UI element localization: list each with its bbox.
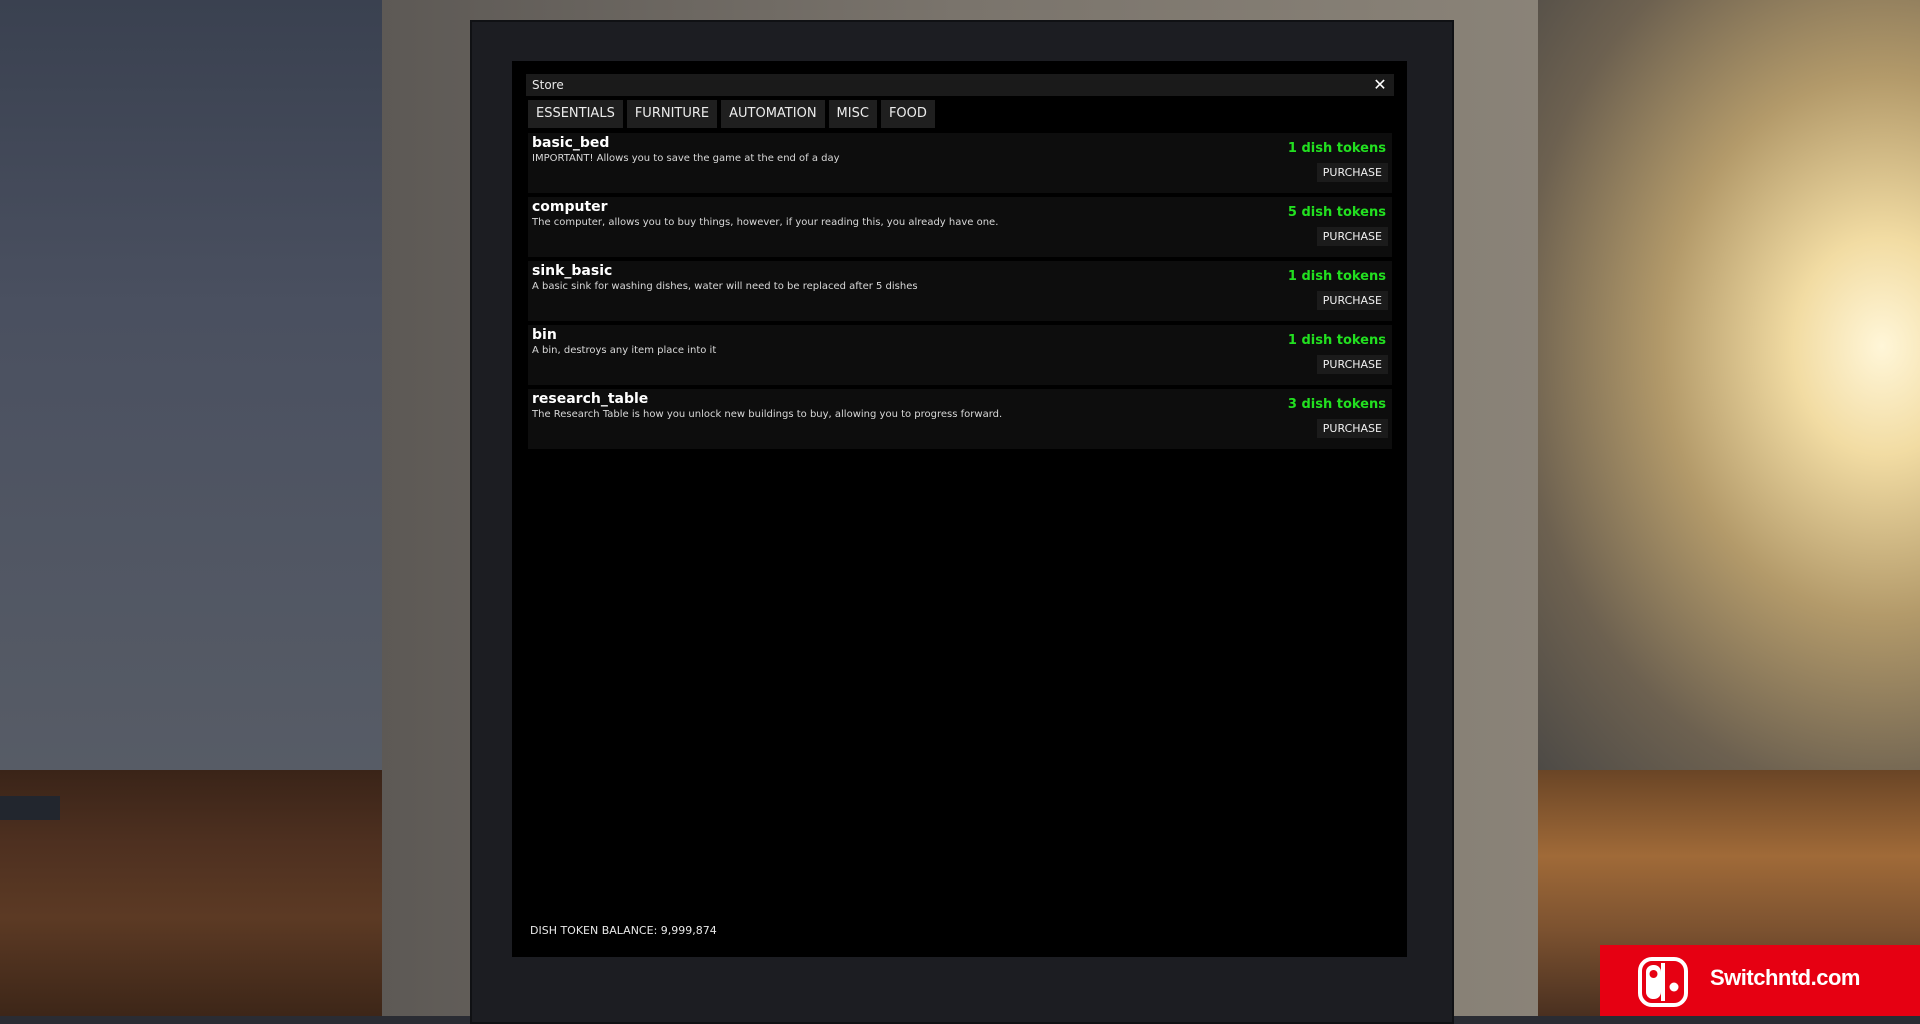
- switch-logo-icon: [1638, 957, 1688, 1007]
- watermark-banner: Switchntd.com: [1600, 945, 1920, 1016]
- store-tabs: ESSENTIALS FURNITURE AUTOMATION MISC FOO…: [528, 100, 935, 128]
- item-description: The Research Table is how you unlock new…: [532, 409, 1003, 420]
- item-price: 1 dish tokens: [1287, 141, 1386, 156]
- balance-label: DISH TOKEN BALANCE:: [530, 924, 661, 937]
- item-name: sink_basic: [532, 263, 613, 279]
- item-description: A bin, destroys any item place into it: [532, 345, 717, 356]
- tab-essentials[interactable]: ESSENTIALS: [528, 100, 623, 128]
- store-item: computer The computer, allows you to buy…: [528, 197, 1392, 257]
- balance-value: 9,999,874: [660, 924, 717, 937]
- item-description: A basic sink for washing dishes, water w…: [532, 281, 918, 292]
- tab-misc[interactable]: MISC: [828, 100, 877, 128]
- purchase-button[interactable]: PURCHASE: [1316, 163, 1388, 182]
- store-window: Store ✕ ESSENTIALS FURNITURE AUTOMATION …: [512, 61, 1407, 957]
- item-name: research_table: [532, 391, 649, 407]
- store-titlebar: Store ✕: [526, 74, 1394, 96]
- background-ledge: [0, 796, 60, 820]
- purchase-button[interactable]: PURCHASE: [1316, 291, 1388, 310]
- item-price: 1 dish tokens: [1287, 333, 1386, 348]
- item-name: computer: [532, 199, 608, 215]
- item-price: 3 dish tokens: [1287, 397, 1386, 412]
- item-price: 5 dish tokens: [1287, 205, 1386, 220]
- item-name: basic_bed: [532, 135, 610, 151]
- background-wall-left: [0, 0, 382, 770]
- item-description: The computer, allows you to buy things, …: [532, 217, 999, 228]
- store-title: Store: [532, 78, 564, 92]
- close-icon[interactable]: ✕: [1370, 74, 1390, 96]
- purchase-button[interactable]: PURCHASE: [1316, 419, 1388, 438]
- item-description: IMPORTANT! Allows you to save the game a…: [532, 153, 840, 164]
- store-item: bin A bin, destroys any item place into …: [528, 325, 1392, 385]
- tab-automation[interactable]: AUTOMATION: [721, 100, 825, 128]
- background-wall-right: [1538, 0, 1920, 770]
- item-price: 1 dish tokens: [1287, 269, 1386, 284]
- tab-furniture[interactable]: FURNITURE: [626, 100, 718, 128]
- store-item-list: basic_bed IMPORTANT! Allows you to save …: [528, 133, 1392, 453]
- store-item: sink_basic A basic sink for washing dish…: [528, 261, 1392, 321]
- purchase-button[interactable]: PURCHASE: [1316, 227, 1388, 246]
- store-item: research_table The Research Table is how…: [528, 389, 1392, 449]
- item-name: bin: [532, 327, 557, 343]
- watermark-text: Switchntd.com: [1710, 965, 1860, 990]
- token-balance: DISH TOKEN BALANCE: 9,999,874: [530, 924, 717, 937]
- store-item: basic_bed IMPORTANT! Allows you to save …: [528, 133, 1392, 193]
- tab-food[interactable]: FOOD: [880, 100, 935, 128]
- purchase-button[interactable]: PURCHASE: [1316, 355, 1388, 374]
